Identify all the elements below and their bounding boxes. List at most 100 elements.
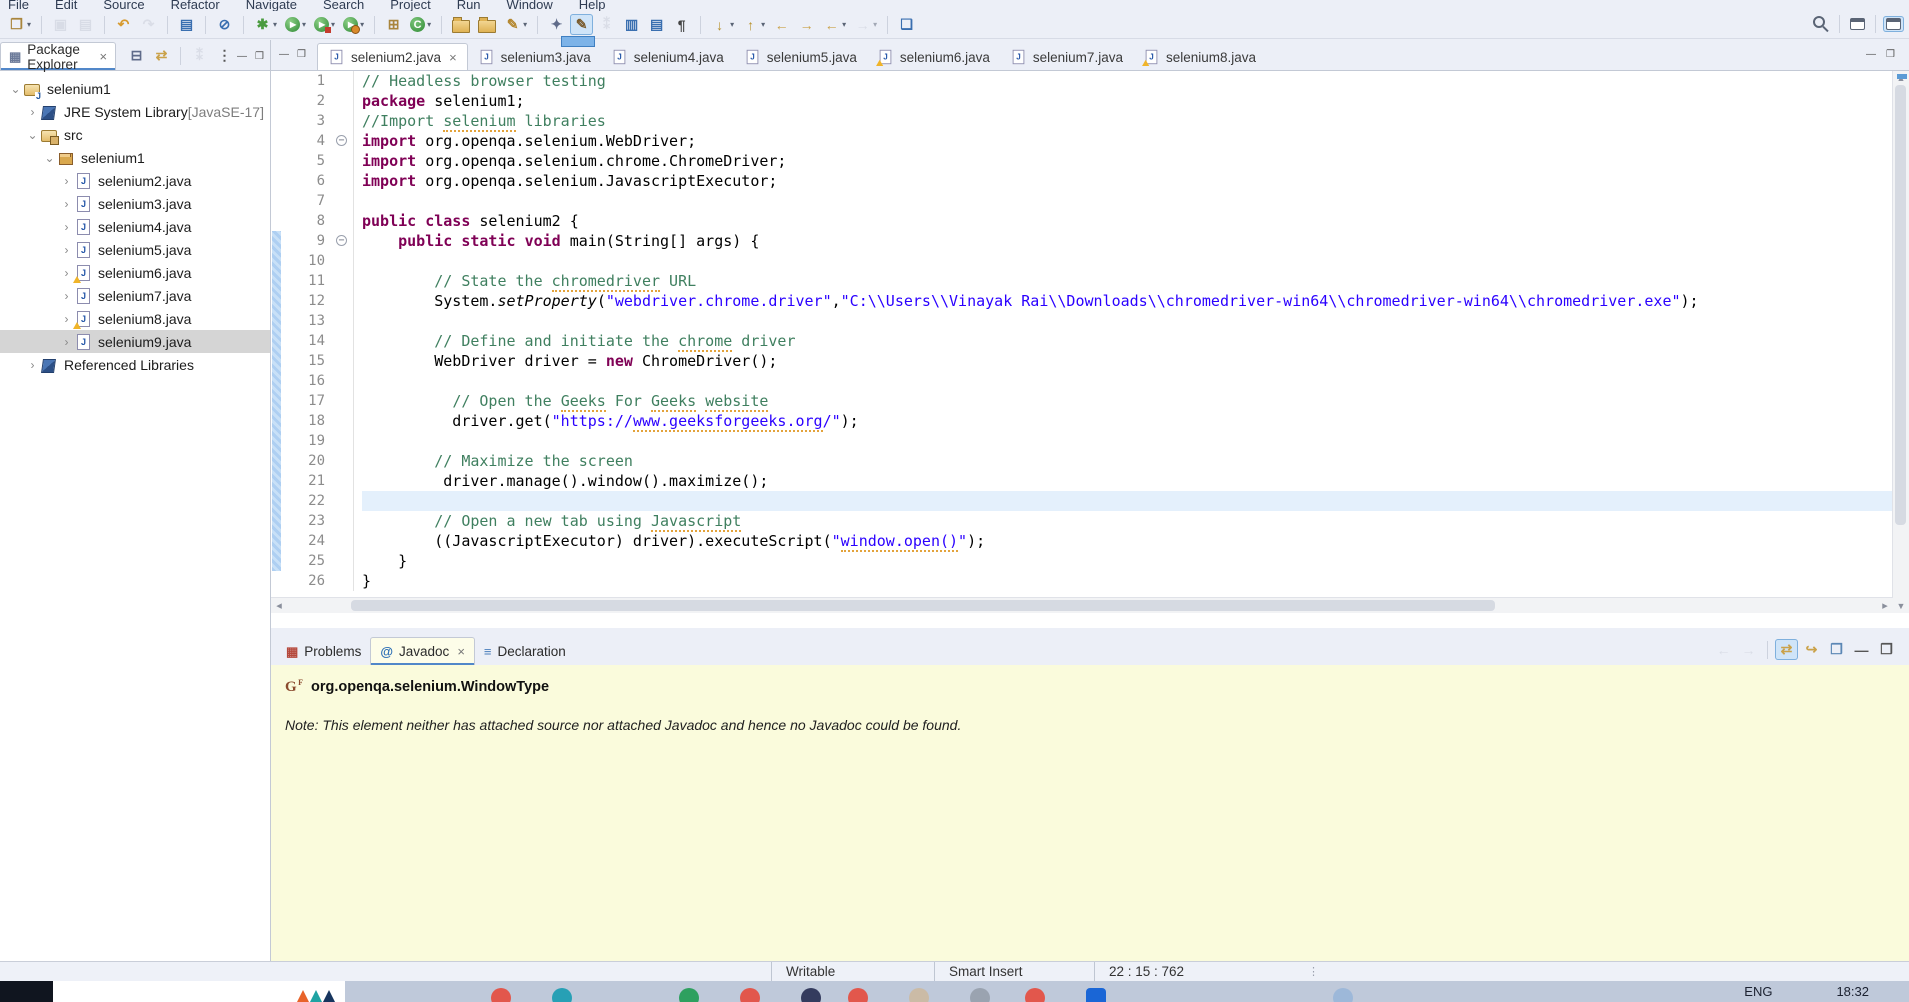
fold-collapse-icon[interactable]: − xyxy=(336,235,347,246)
collapse-all-button[interactable]: ⊟ xyxy=(125,45,148,66)
minimize-icon[interactable]: — xyxy=(1866,49,1876,60)
fold-column[interactable] xyxy=(335,171,354,191)
line-number[interactable]: 12 xyxy=(283,291,335,311)
fold-column[interactable]: − xyxy=(335,131,354,151)
code-line-23[interactable]: 23 // Open a new tab using Javascript xyxy=(271,511,1909,531)
toggle-mark-occurrences-button[interactable]: ✎ xyxy=(570,14,593,35)
chevron-down-icon[interactable]: ⌄ xyxy=(8,82,23,96)
dropdown-arrow-icon[interactable]: ▾ xyxy=(523,20,527,29)
forward-button[interactable]: →▾ xyxy=(851,14,880,35)
line-number[interactable]: 8 xyxy=(283,211,335,231)
taskbar-app-icon[interactable] xyxy=(552,988,572,1002)
minimize-icon[interactable]: — xyxy=(237,51,247,62)
open-element-button[interactable]: ✦ xyxy=(545,14,568,35)
code-line-4[interactable]: 4−import org.openqa.selenium.WebDriver; xyxy=(271,131,1909,151)
show-source-button[interactable]: ▥ xyxy=(620,14,643,35)
java-perspective-button[interactable] xyxy=(1883,16,1904,32)
code-line-10[interactable]: 10 xyxy=(271,251,1909,271)
dropdown-arrow-icon[interactable]: ▾ xyxy=(27,20,31,29)
tree-item-referenced-libraries[interactable]: ›Referenced Libraries xyxy=(0,353,270,376)
minimize-icon[interactable]: — xyxy=(279,49,289,60)
chevron-right-icon[interactable]: › xyxy=(59,312,74,326)
menu-window[interactable]: Window xyxy=(507,0,553,11)
status-overflow-icon[interactable]: ⋮ xyxy=(1308,965,1319,978)
chevron-right-icon[interactable]: › xyxy=(59,289,74,303)
show-selected-element-button[interactable]: ⁑ xyxy=(595,14,618,35)
chevron-right-icon[interactable]: › xyxy=(59,220,74,234)
code-line-14[interactable]: 14 // Define and initiate the chrome dri… xyxy=(271,331,1909,351)
code-line-9[interactable]: 9− public static void main(String[] args… xyxy=(271,231,1909,251)
debug-button[interactable]: ✱▾ xyxy=(251,14,280,35)
close-icon[interactable]: × xyxy=(457,644,465,659)
tree-item-selenium3-java[interactable]: ›selenium3.java xyxy=(0,192,270,215)
tree-item-selenium4-java[interactable]: ›selenium4.java xyxy=(0,215,270,238)
tree-item-selenium5-java[interactable]: ›selenium5.java xyxy=(0,238,270,261)
taskbar-app-icon[interactable] xyxy=(740,988,760,1002)
dropdown-arrow-icon[interactable]: ▾ xyxy=(427,20,431,29)
link-with-editor-button[interactable]: ⇄ xyxy=(150,45,173,66)
fold-column[interactable] xyxy=(335,111,354,131)
line-number[interactable]: 11 xyxy=(283,271,335,291)
line-number[interactable]: 17 xyxy=(283,391,335,411)
code-line-11[interactable]: 11 // State the chromedriver URL xyxy=(271,271,1909,291)
line-number[interactable]: 18 xyxy=(283,411,335,431)
next-annotation-button[interactable]: ↓▾ xyxy=(708,14,737,35)
taskbar-app-icon[interactable] xyxy=(909,988,929,1002)
fold-column[interactable] xyxy=(335,471,354,491)
dropdown-arrow-icon[interactable]: ▾ xyxy=(730,20,734,29)
chevron-right-icon[interactable]: › xyxy=(25,358,40,372)
taskbar-app-icon[interactable] xyxy=(1025,988,1045,1002)
taskbar-app-icon[interactable] xyxy=(1086,988,1106,1002)
editor-tab-selenium4-java[interactable]: selenium4.java xyxy=(601,44,734,70)
chevron-right-icon[interactable]: › xyxy=(59,335,74,349)
fold-column[interactable] xyxy=(335,571,354,591)
code-line-2[interactable]: 2package selenium1; xyxy=(271,91,1909,111)
line-number[interactable]: 19 xyxy=(283,431,335,451)
fold-column[interactable] xyxy=(335,71,354,91)
taskbar-app-icon[interactable] xyxy=(1333,988,1353,1002)
horizontal-scroll-thumb[interactable] xyxy=(351,600,1496,611)
fold-column[interactable] xyxy=(335,311,354,331)
fold-column[interactable] xyxy=(335,291,354,311)
open-input-button[interactable]: ↪ xyxy=(1800,639,1823,660)
dropdown-arrow-icon[interactable]: ▾ xyxy=(360,20,364,29)
language-indicator[interactable]: ENG xyxy=(1744,984,1772,999)
fold-column[interactable] xyxy=(335,511,354,531)
menu-project[interactable]: Project xyxy=(390,0,430,11)
code-line-8[interactable]: 8public class selenium2 { xyxy=(271,211,1909,231)
line-number[interactable]: 20 xyxy=(283,451,335,471)
code-line-26[interactable]: 26} xyxy=(271,571,1909,591)
bottom-tab-declaration[interactable]: ≡Declaration xyxy=(475,638,575,665)
menu-navigate[interactable]: Navigate xyxy=(246,0,297,11)
tree-item-selenium9-java[interactable]: ›selenium9.java xyxy=(0,330,270,353)
tree-item-selenium7-java[interactable]: ›selenium7.java xyxy=(0,284,270,307)
undo-button[interactable]: ↶ xyxy=(112,14,135,35)
redo-button[interactable]: ↷ xyxy=(137,14,160,35)
scroll-left-icon[interactable]: ◂ xyxy=(271,599,287,612)
bottom-tab-problems[interactable]: ▦Problems xyxy=(277,638,370,665)
fold-column[interactable] xyxy=(335,431,354,451)
maximize-button[interactable]: ❒ xyxy=(1875,639,1898,660)
taskbar-app-icon[interactable] xyxy=(801,988,821,1002)
line-number[interactable]: 3 xyxy=(283,111,335,131)
dropdown-arrow-icon[interactable]: ▾ xyxy=(331,20,335,29)
maximize-icon[interactable]: ❒ xyxy=(255,51,264,62)
new-wizard-button[interactable]: ❐▾ xyxy=(5,14,34,35)
fold-column[interactable] xyxy=(335,491,354,511)
show-whitespace-button[interactable]: ¶ xyxy=(670,14,693,35)
editor-tab-selenium3-java[interactable]: selenium3.java xyxy=(468,44,601,70)
line-number[interactable]: 13 xyxy=(283,311,335,331)
code-line-6[interactable]: 6import org.openqa.selenium.JavascriptEx… xyxy=(271,171,1909,191)
fold-column[interactable]: − xyxy=(335,231,354,251)
line-number[interactable]: 4 xyxy=(283,131,335,151)
chevron-right-icon[interactable]: › xyxy=(59,243,74,257)
open-perspective-button[interactable] xyxy=(1847,16,1868,32)
open-folder-button[interactable] xyxy=(449,14,473,35)
chevron-down-icon[interactable]: ⌄ xyxy=(25,128,40,142)
pin-editor-button[interactable]: ❏ xyxy=(895,14,918,35)
editor-tab-selenium8-java[interactable]: selenium8.java xyxy=(1133,44,1266,70)
line-number[interactable]: 25 xyxy=(283,551,335,571)
new-java-project-button[interactable]: ⊞ xyxy=(382,14,405,35)
dropdown-arrow-icon[interactable]: ▾ xyxy=(302,20,306,29)
editor-tab-selenium6-java[interactable]: selenium6.java xyxy=(867,44,1000,70)
